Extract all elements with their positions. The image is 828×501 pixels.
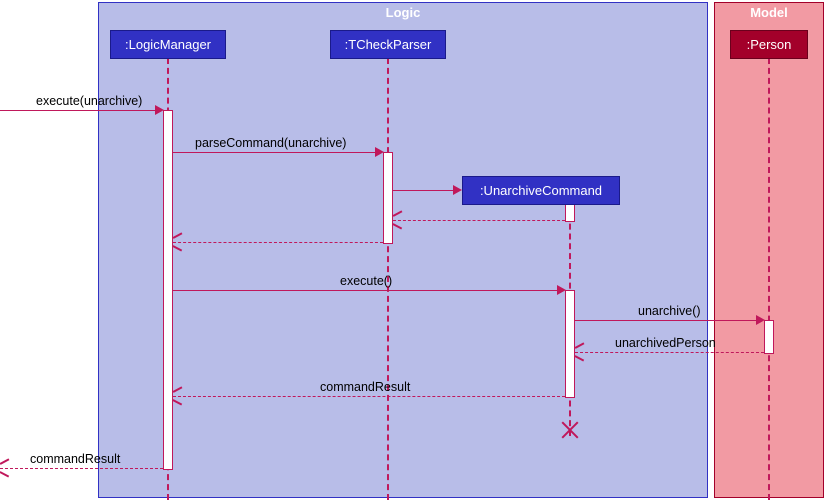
msg-unarchive: unarchive() [638,304,701,318]
unarchive-command-activation-1 [565,204,575,222]
msg-execute: execute() [340,274,392,288]
unarchive-command-label: :UnarchiveCommand [480,183,602,198]
tcheck-parser-participant: :TCheckParser [330,30,446,59]
unarchive-command-activation-2 [565,290,575,398]
msg-unarchived-person: unarchivedPerson [615,336,716,350]
tcheck-parser-activation [383,152,393,244]
msg-parse-command: parseCommand(unarchive) [195,136,346,150]
logic-manager-label: :LogicManager [125,37,211,52]
msg-command-result-1: commandResult [320,380,410,394]
person-label: :Person [747,37,792,52]
msg-execute-unarchive: execute(unarchive) [36,94,142,108]
tcheck-parser-label: :TCheckParser [345,37,432,52]
msg-command-result-2: commandResult [30,452,120,466]
logic-manager-participant: :LogicManager [110,30,226,59]
model-frame-label: Model [742,3,796,22]
person-participant: :Person [730,30,808,59]
person-lifeline [768,58,770,500]
unarchive-command-participant: :UnarchiveCommand [462,176,620,205]
logic-frame-label: Logic [378,3,429,22]
person-activation [764,320,774,354]
logic-frame: Logic [98,2,708,498]
logic-manager-activation [163,110,173,470]
